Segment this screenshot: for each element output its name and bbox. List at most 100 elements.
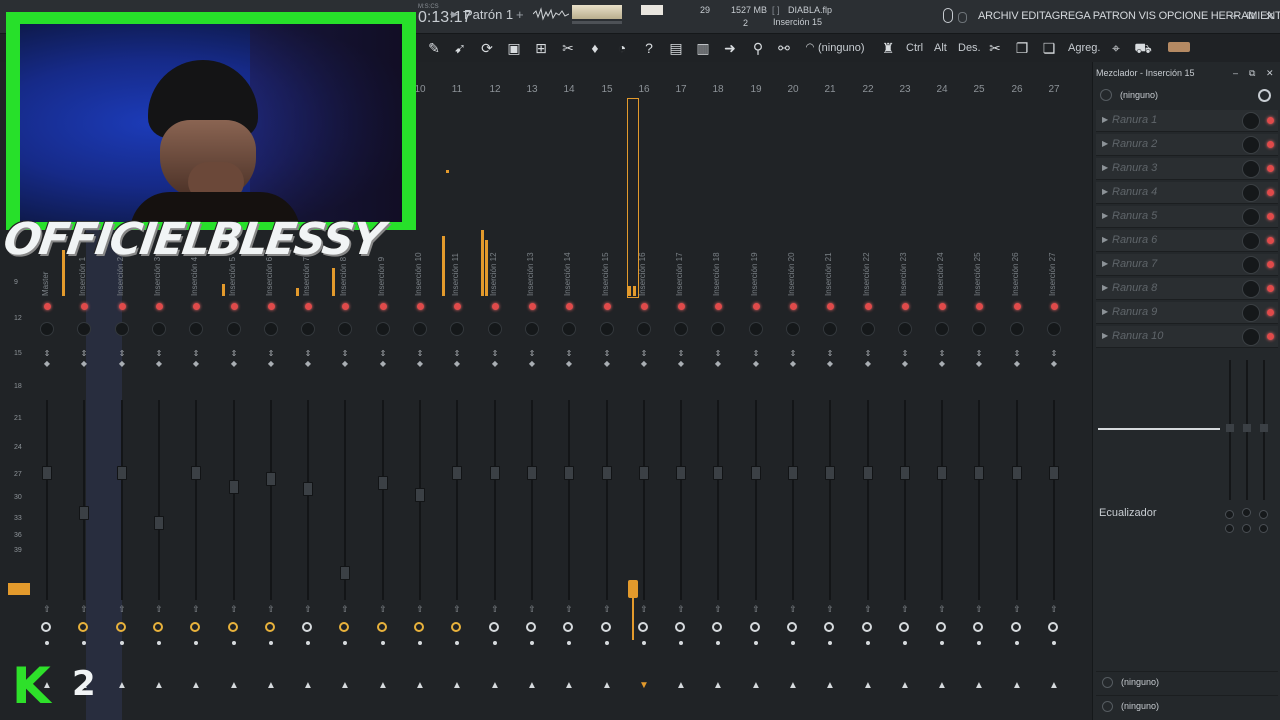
strip-select-dot[interactable] [120, 641, 124, 645]
pan-knob[interactable] [525, 322, 539, 336]
mute-toggle[interactable] [566, 303, 573, 310]
route-up-arrow-icon[interactable]: ⇧ [1049, 604, 1059, 615]
piano-roll-icon[interactable]: ▥ [693, 37, 713, 59]
eq-freq-knob-mid[interactable] [1242, 508, 1251, 517]
pan-knob[interactable] [413, 322, 427, 336]
pan-knob[interactable] [786, 322, 800, 336]
volume-fader-track[interactable] [978, 400, 980, 600]
add-button[interactable]: Agreg. [1068, 42, 1100, 54]
slot-mix-knob[interactable] [1242, 184, 1260, 202]
stereo-separation-icon[interactable]: ⇕ ◆ [637, 349, 651, 369]
volume-fader-track[interactable] [867, 400, 869, 600]
strip-select-dot[interactable] [977, 641, 981, 645]
slot-enable-toggle[interactable] [1267, 309, 1274, 316]
mute-toggle[interactable] [641, 303, 648, 310]
send-level-knob[interactable] [414, 622, 424, 632]
volume-fader[interactable] [229, 480, 239, 494]
volume-fader[interactable] [378, 476, 388, 490]
effect-slot[interactable]: ▶ Ranura 8 [1096, 278, 1278, 300]
strip-name-label[interactable]: Inserción 17 [675, 200, 689, 296]
master-link-indicator[interactable] [8, 583, 30, 595]
stereo-separation-icon[interactable]: ⇕ ◆ [711, 349, 725, 369]
midi-target-selector[interactable]: (ninguno) [818, 42, 864, 54]
volume-fader-track[interactable] [456, 400, 458, 600]
strip-select-dot[interactable] [157, 641, 161, 645]
strip-name-label[interactable]: Inserción 22 [862, 200, 876, 296]
stereo-separation-icon[interactable]: ⇕ ◆ [40, 349, 54, 369]
volume-fader[interactable] [564, 466, 574, 480]
volume-fader-track[interactable] [829, 400, 831, 600]
alt-key-button[interactable]: Alt [934, 42, 947, 54]
strip-select-dot[interactable] [940, 641, 944, 645]
mute-toggle[interactable] [156, 303, 163, 310]
stereo-separation-icon[interactable]: ⇕ ◆ [1047, 349, 1061, 369]
volume-fader[interactable] [974, 466, 984, 480]
strip-select-dot[interactable] [455, 641, 459, 645]
pan-knob[interactable] [935, 322, 949, 336]
route-up-arrow-icon[interactable]: ⇧ [602, 604, 612, 615]
effect-slot[interactable]: ▶ Ranura 1 [1096, 110, 1278, 132]
strip-name-label[interactable]: Inserción 26 [1011, 200, 1025, 296]
volume-fader[interactable] [490, 466, 500, 480]
pan-knob[interactable] [600, 322, 614, 336]
route-up-arrow-icon[interactable]: ⇧ [42, 604, 52, 615]
mute-toggle[interactable] [342, 303, 349, 310]
pan-knob[interactable] [338, 322, 352, 336]
strip-select-dot[interactable] [232, 641, 236, 645]
volume-fader[interactable] [79, 506, 89, 520]
pan-knob[interactable] [488, 322, 502, 336]
volume-fader[interactable] [863, 466, 873, 480]
slot-mix-knob[interactable] [1242, 304, 1260, 322]
eq-freq-knob-low[interactable] [1225, 510, 1234, 519]
pan-knob[interactable] [637, 322, 651, 336]
stereo-separation-icon[interactable]: ⇕ ◆ [301, 349, 315, 369]
route-up-arrow-icon[interactable]: ⇧ [490, 604, 500, 615]
mute-toggle[interactable] [454, 303, 461, 310]
strip-select-dot[interactable] [493, 641, 497, 645]
route-up-arrow-icon[interactable]: ⇧ [825, 604, 835, 615]
stereo-separation-icon[interactable]: ⇕ ◆ [562, 349, 576, 369]
mute-toggle[interactable] [268, 303, 275, 310]
undo-button[interactable]: Des. [958, 42, 981, 54]
slot-expand-icon[interactable]: ▶ [1102, 115, 1108, 124]
slot-expand-icon[interactable]: ▶ [1102, 331, 1108, 340]
route-up-arrow-icon[interactable]: ⇧ [266, 604, 276, 615]
slot-expand-icon[interactable]: ▶ [1102, 139, 1108, 148]
volume-fader-track[interactable] [941, 400, 943, 600]
strip-select-dot[interactable] [866, 641, 870, 645]
stereo-separation-icon[interactable]: ⇕ ◆ [264, 349, 278, 369]
volume-fader[interactable] [42, 466, 52, 480]
strip-name-label[interactable]: Inserción 10 [414, 200, 428, 296]
volume-fader[interactable] [1049, 466, 1059, 480]
panel-maximize-button[interactable]: ⧉ [1249, 68, 1255, 79]
route-to-selected-icon[interactable]: ▲ [824, 680, 836, 691]
slot-enable-toggle[interactable] [1267, 237, 1274, 244]
effect-slot[interactable]: ▶ Ranura 6 [1096, 230, 1278, 252]
pan-knob[interactable] [77, 322, 91, 336]
route-to-selected-icon[interactable]: ▲ [265, 680, 277, 691]
send-level-knob[interactable] [750, 622, 760, 632]
route-to-selected-icon[interactable]: ▲ [339, 680, 351, 691]
route-up-arrow-icon[interactable]: ⇧ [378, 604, 388, 615]
pan-knob[interactable] [972, 322, 986, 336]
mute-toggle[interactable] [939, 303, 946, 310]
send-level-knob[interactable] [563, 622, 573, 632]
pan-knob[interactable] [749, 322, 763, 336]
news-banner-icon[interactable] [1168, 42, 1190, 52]
volume-fader[interactable] [788, 466, 798, 480]
strip-name-label[interactable]: Inserción 16 [638, 200, 652, 296]
slot-expand-icon[interactable]: ▶ [1102, 211, 1108, 220]
volume-fader-track[interactable] [270, 400, 272, 600]
volume-fader[interactable] [340, 566, 350, 580]
route-up-arrow-icon[interactable]: ⇧ [676, 604, 686, 615]
route-to-selected-icon[interactable]: ▲ [377, 680, 389, 691]
volume-fader[interactable] [266, 472, 276, 486]
pan-knob[interactable] [264, 322, 278, 336]
paste-icon[interactable]: ❏ [1039, 37, 1059, 59]
pan-knob[interactable] [711, 322, 725, 336]
volume-fader-track[interactable] [121, 400, 123, 600]
send-level-knob[interactable] [265, 622, 275, 632]
send-level-knob[interactable] [190, 622, 200, 632]
route-up-arrow-icon[interactable]: ⇧ [452, 604, 462, 615]
mute-toggle[interactable] [1051, 303, 1058, 310]
